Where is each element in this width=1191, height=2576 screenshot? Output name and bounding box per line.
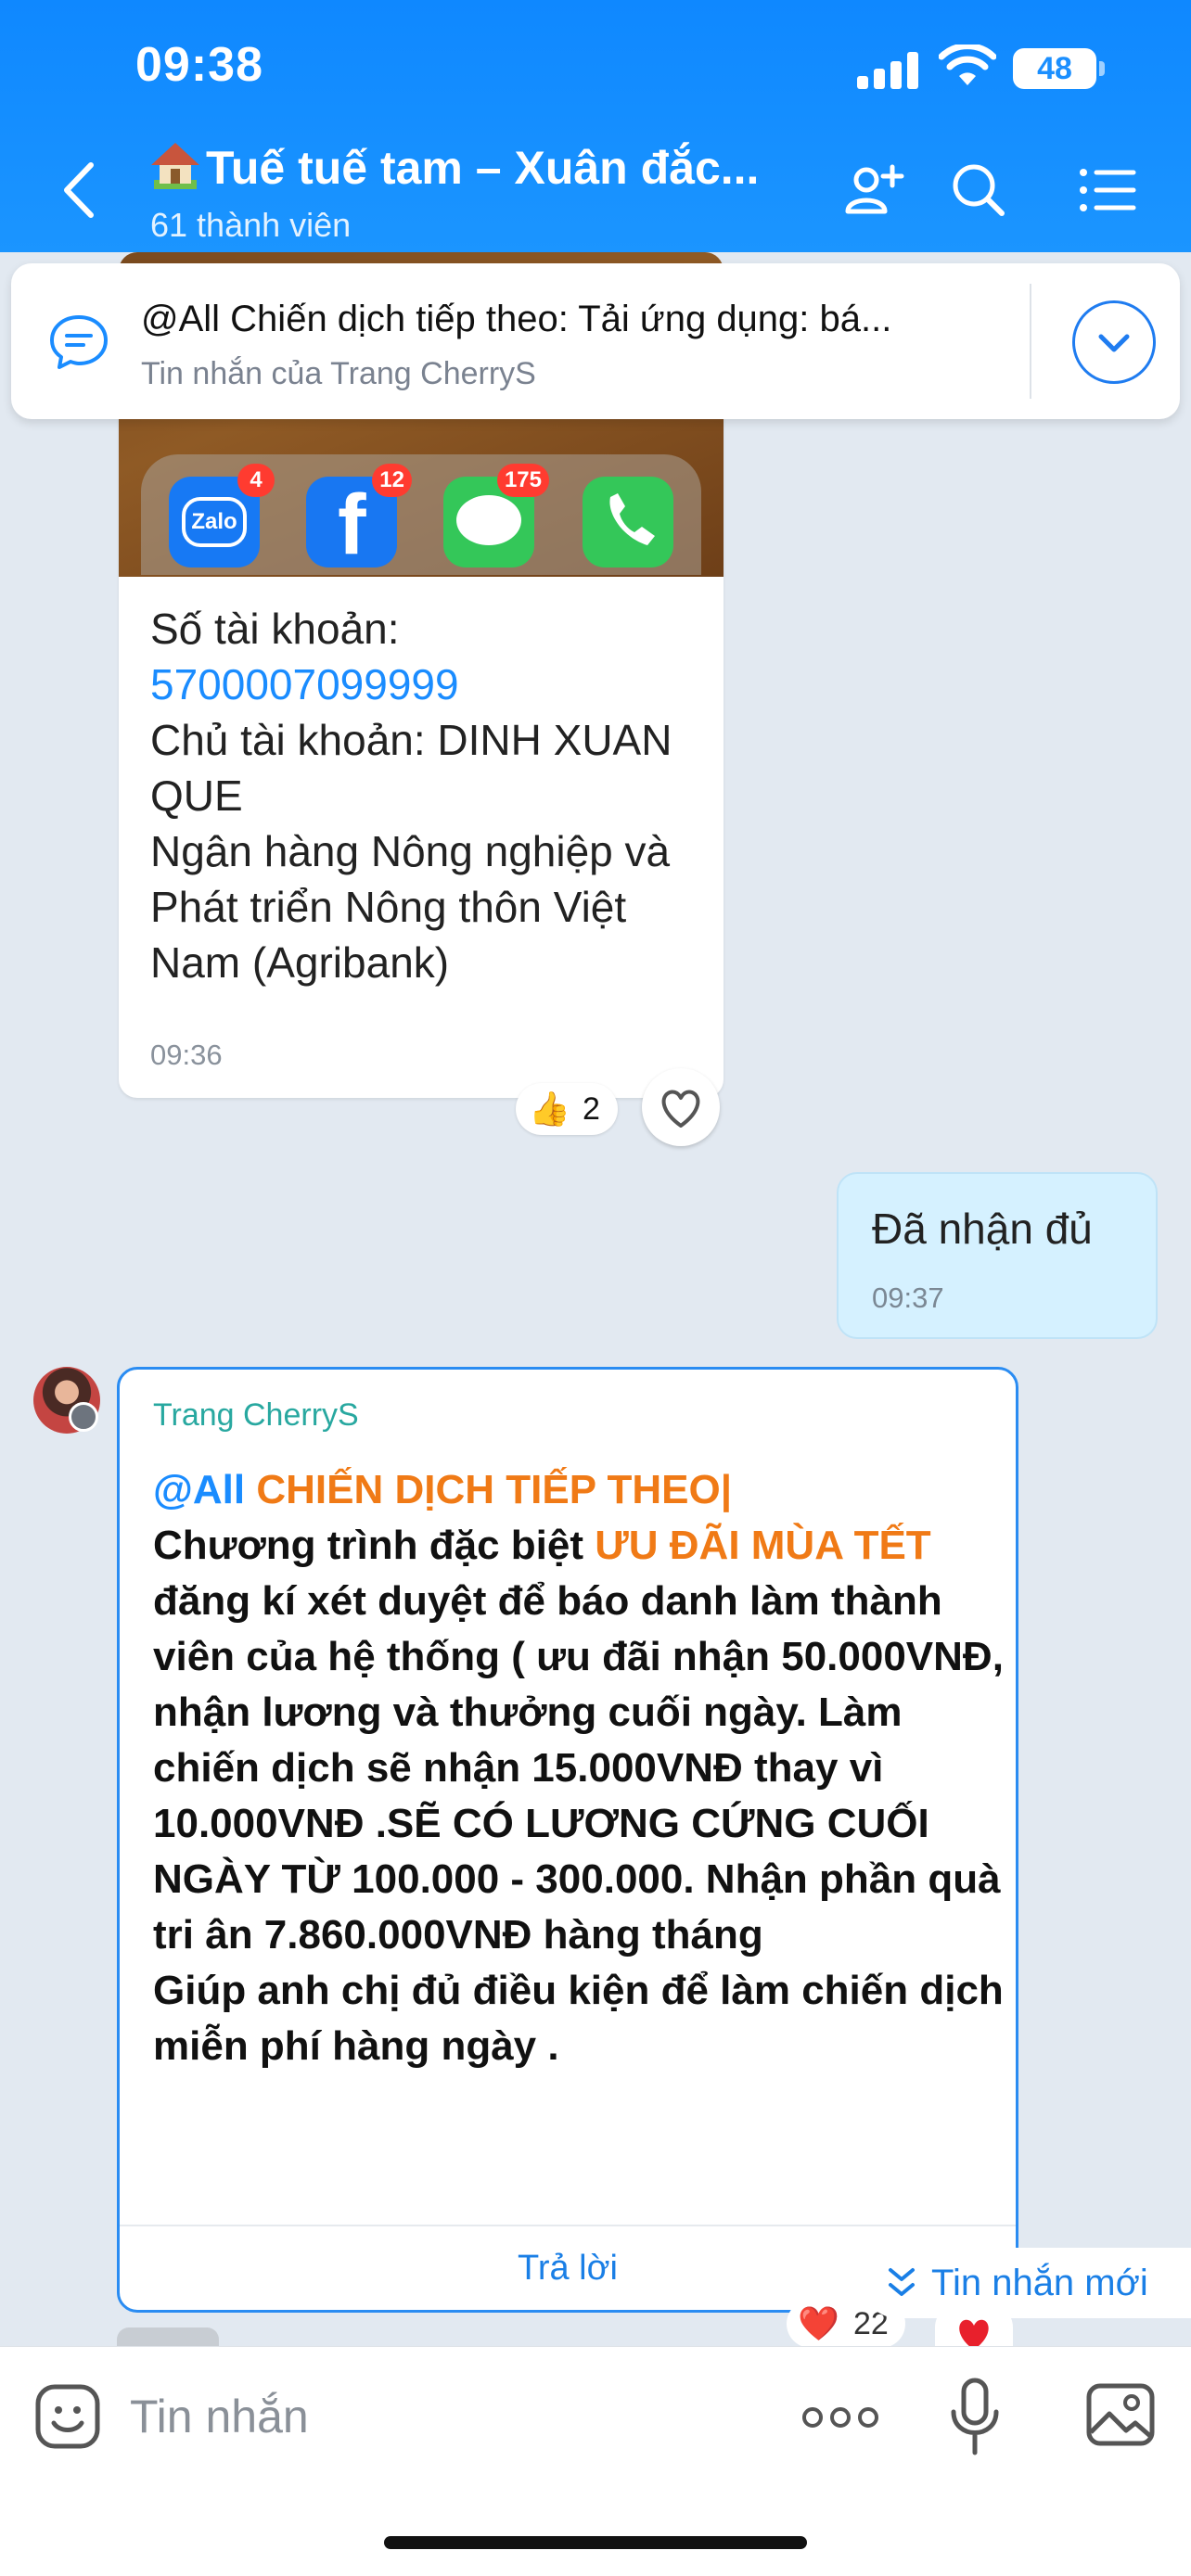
back-icon[interactable] — [56, 158, 102, 223]
group-title[interactable]: Tuế tuế tam – Xuân đắc... — [148, 139, 798, 195]
own-message-bubble[interactable]: Đã nhận đủ 09:37 — [837, 1172, 1158, 1339]
message-time: 09:36 — [150, 1039, 223, 1071]
sender-name[interactable]: Trang CherryS — [153, 1397, 359, 1434]
sticker-emoji-icon[interactable] — [33, 2382, 102, 2451]
thumbs-up-icon: 👍 — [529, 1090, 570, 1128]
account-owner: Chủ tài khoản: DINH XUAN QUE — [150, 716, 672, 820]
divider — [1030, 284, 1031, 399]
home-indicator — [384, 2536, 807, 2549]
member-count: 61 thành viên — [150, 206, 352, 244]
pinned-message-text: @All Chiến dịch tiếp theo: Tải ứng dụng:… — [141, 299, 892, 339]
phone-app-icon — [583, 477, 673, 567]
message-input-bar — [0, 2346, 1191, 2576]
announcement-message[interactable]: Trang CherryS @All CHIẾN DỊCH TIẾP THEO|… — [117, 1367, 1018, 2313]
message-icon — [50, 315, 108, 369]
zalo-app-icon: Zalo 4 — [169, 464, 275, 567]
campaign-heading: CHIẾN DỊCH TIẾP THEO| — [256, 1467, 733, 1512]
promo-highlight: ƯU ĐÃI MÙA TẾT — [595, 1523, 931, 1568]
message-body: @All CHIẾN DỊCH TIẾP THEO| Chương trình … — [153, 1467, 1004, 2069]
message-time: 09:37 — [872, 1282, 944, 1314]
wifi-icon — [939, 45, 996, 85]
reaction-summary[interactable]: 👍 2 — [516, 1083, 618, 1135]
search-icon[interactable] — [946, 158, 1011, 223]
battery-indicator: 48 — [1013, 48, 1105, 89]
message-input[interactable] — [130, 2382, 761, 2451]
messages-app-icon: 175 — [443, 464, 549, 567]
more-options-icon[interactable] — [801, 2399, 879, 2436]
image-gallery-icon[interactable] — [1085, 2382, 1156, 2447]
bank-name: Ngân hàng Nông nghiệp và Phát triển Nông… — [150, 827, 671, 987]
add-member-icon[interactable] — [840, 158, 905, 223]
message-text: Đã nhận đủ — [872, 1205, 1093, 1253]
pinned-message-banner[interactable]: @All Chiến dịch tiếp theo: Tải ứng dụng:… — [11, 263, 1180, 419]
account-label: Số tài khoản: — [150, 605, 400, 653]
chevron-down-icon — [1098, 334, 1130, 352]
mention-all[interactable]: @All — [153, 1467, 245, 1512]
microphone-icon[interactable] — [948, 2375, 1002, 2458]
account-number-link[interactable]: 5700007099999 — [150, 657, 707, 712]
expand-pinned-button[interactable] — [1072, 300, 1156, 384]
status-time: 09:38 — [135, 38, 263, 92]
chat-header: 09:38 48 Tuế tuế tam – Xuân đắc... 61 th… — [0, 0, 1191, 252]
new-messages-button[interactable]: Tin nhắn mới — [863, 2248, 1191, 2318]
double-chevron-down-icon — [889, 2268, 915, 2296]
heart-icon: ❤️ — [798, 2304, 839, 2342]
bank-details: Số tài khoản: 5700007099999 Chủ tài khoả… — [150, 601, 707, 990]
menu-icon[interactable] — [1076, 158, 1141, 223]
cellular-signal-icon — [857, 50, 922, 89]
facebook-app-icon: f 12 — [306, 464, 412, 567]
admin-key-icon — [69, 1402, 98, 1432]
react-heart-button[interactable] — [642, 1068, 720, 1146]
house-emoji-icon — [148, 139, 202, 191]
pinned-message-sender: Tin nhắn của Trang CherryS — [141, 356, 536, 391]
heart-outline-icon — [661, 1090, 700, 1128]
